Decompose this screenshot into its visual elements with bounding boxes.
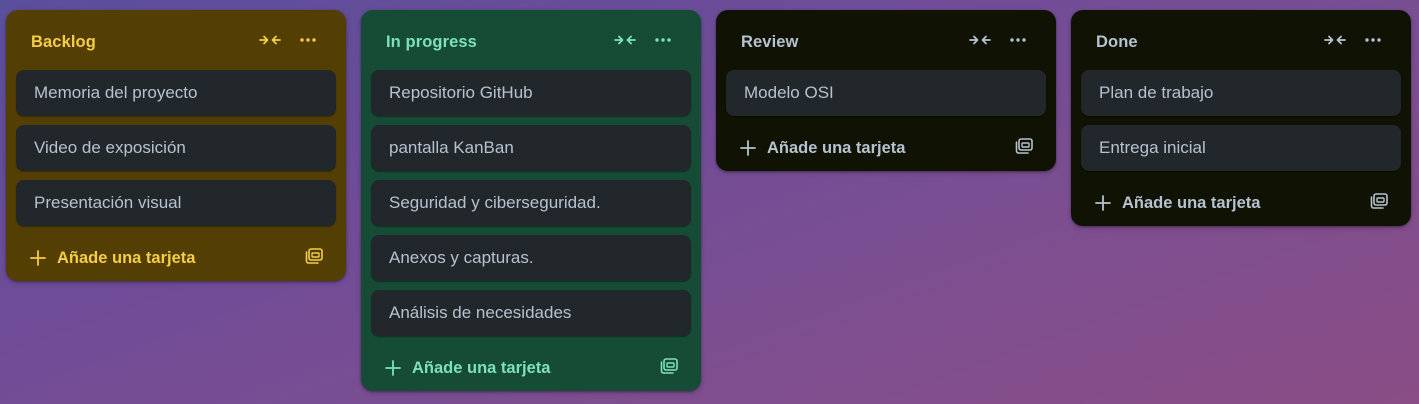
card[interactable]: Modelo OSI [726, 70, 1046, 116]
list-header[interactable]: Review [726, 10, 1046, 70]
card[interactable]: Seguridad y ciberseguridad. [371, 180, 691, 226]
list-header[interactable]: In progress [371, 10, 691, 70]
card[interactable]: Repositorio GitHub [371, 70, 691, 116]
collapse-list-button[interactable] [611, 26, 639, 54]
collapse-list-button[interactable] [1321, 26, 1349, 54]
collapse-arrows-icon [614, 33, 636, 47]
card-template-icon [1370, 192, 1388, 214]
card[interactable]: Memoria del proyecto [16, 70, 336, 116]
card-list: Plan de trabajo Entrega inicial [1081, 70, 1401, 171]
more-dots-icon [299, 37, 317, 43]
list-menu-button[interactable] [1004, 26, 1032, 54]
plus-icon [1093, 193, 1113, 213]
add-card-button[interactable]: Añade una tarjeta [767, 139, 1010, 158]
add-card-button[interactable]: Añade una tarjeta [1122, 194, 1365, 213]
card-template-icon [305, 247, 323, 269]
card-template-icon [660, 357, 678, 379]
create-from-template-button[interactable] [1010, 134, 1038, 162]
card[interactable]: Análisis de necesidades [371, 290, 691, 336]
plus-icon [383, 358, 403, 378]
list-backlog: Backlog Memoria del proyecto Video de ex… [6, 10, 346, 281]
collapse-arrows-icon [259, 33, 281, 47]
more-dots-icon [1364, 37, 1382, 43]
collapse-arrows-icon [1324, 33, 1346, 47]
list-in-progress: In progress Repositorio GitHub pantalla … [361, 10, 701, 391]
add-card-row: Añade una tarjeta [1081, 180, 1401, 226]
list-done: Done Plan de trabajo Entrega inicial Aña… [1071, 10, 1411, 226]
plus-icon [28, 248, 48, 268]
collapse-arrows-icon [969, 33, 991, 47]
card-list: Repositorio GitHub pantalla KanBan Segur… [371, 70, 691, 336]
card[interactable]: Plan de trabajo [1081, 70, 1401, 116]
add-card-button[interactable]: Añade una tarjeta [412, 359, 655, 378]
kanban-board: Backlog Memoria del proyecto Video de ex… [0, 0, 1419, 404]
list-menu-button[interactable] [294, 26, 322, 54]
collapse-list-button[interactable] [256, 26, 284, 54]
card[interactable]: Video de exposición [16, 125, 336, 171]
list-review: Review Modelo OSI Añade una tarjeta [716, 10, 1056, 171]
more-dots-icon [654, 37, 672, 43]
more-dots-icon [1009, 37, 1027, 43]
list-title[interactable]: Done [1096, 33, 1311, 52]
card[interactable]: Anexos y capturas. [371, 235, 691, 281]
card[interactable]: pantalla KanBan [371, 125, 691, 171]
card-list: Modelo OSI [726, 70, 1046, 116]
list-title[interactable]: In progress [386, 33, 601, 52]
add-card-button[interactable]: Añade una tarjeta [57, 249, 300, 268]
list-menu-button[interactable] [649, 26, 677, 54]
list-title[interactable]: Review [741, 33, 956, 52]
card-list: Memoria del proyecto Video de exposición… [16, 70, 336, 226]
plus-icon [738, 138, 758, 158]
create-from-template-button[interactable] [300, 244, 328, 272]
create-from-template-button[interactable] [1365, 189, 1393, 217]
list-header[interactable]: Backlog [16, 10, 336, 70]
create-from-template-button[interactable] [655, 354, 683, 382]
card[interactable]: Entrega inicial [1081, 125, 1401, 171]
list-title[interactable]: Backlog [31, 33, 246, 52]
add-card-row: Añade una tarjeta [726, 125, 1046, 171]
add-card-row: Añade una tarjeta [16, 235, 336, 281]
add-card-row: Añade una tarjeta [371, 345, 691, 391]
collapse-list-button[interactable] [966, 26, 994, 54]
list-header[interactable]: Done [1081, 10, 1401, 70]
list-menu-button[interactable] [1359, 26, 1387, 54]
card-template-icon [1015, 137, 1033, 159]
card[interactable]: Presentación visual [16, 180, 336, 226]
